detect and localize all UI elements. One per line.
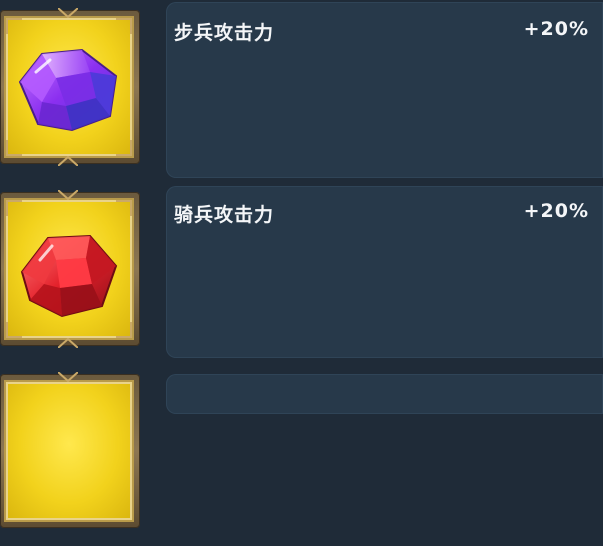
attribute-value: +20% [523, 18, 589, 40]
gem-slot[interactable] [0, 372, 140, 528]
red-gem-icon [20, 234, 118, 318]
attribute-name: 骑兵攻击力 [174, 204, 275, 226]
frame-ornament-icon [58, 190, 78, 200]
frame-ornament-icon [58, 8, 78, 18]
gem-slot-background [4, 380, 134, 522]
frame-ornament-icon [58, 156, 78, 166]
attribute-name: 步兵攻击力 [174, 22, 275, 44]
attribute-panel [166, 374, 603, 414]
attribute-row[interactable]: 骑兵攻击力 +20% [0, 182, 603, 364]
frame-ornament-icon [58, 338, 78, 348]
attribute-list: 步兵攻击力 +20% 骑兵攻击力 +20% [0, 0, 603, 528]
frame-ornament-icon [58, 372, 78, 382]
attribute-row[interactable] [0, 364, 603, 546]
attribute-row[interactable]: 步兵攻击力 +20% [0, 0, 603, 182]
gem-slot[interactable] [0, 8, 140, 166]
attribute-value: +20% [523, 200, 589, 222]
gem-slot[interactable] [0, 190, 140, 348]
purple-gem-icon [18, 48, 118, 132]
